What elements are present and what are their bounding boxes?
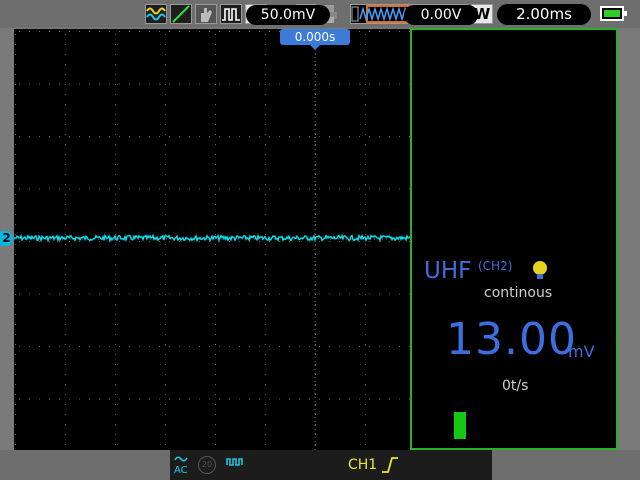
measurement-value: 13.00 (446, 314, 577, 365)
bulb-icon (530, 260, 550, 286)
channel-2-marker[interactable]: 2 (0, 231, 13, 246)
bandwidth-limit-icon[interactable]: 20 (198, 456, 216, 474)
coupling-label: AC (174, 465, 188, 476)
battery-icon (600, 6, 627, 21)
trigger-position-marker[interactable]: 0.000s (280, 29, 350, 50)
trigger-level-readout[interactable]: 0.00V (404, 5, 478, 25)
panel-channel: (CH2) (478, 259, 513, 273)
uhf-measurement-panel: UHF (CH2) continous 13.00 mV 0t/s (410, 28, 618, 450)
channel-2-trace (14, 233, 411, 243)
coupling-indicator[interactable]: AC (174, 455, 188, 476)
volts-per-div-readout[interactable]: 50.0mV (246, 5, 330, 25)
trigger-source[interactable]: CH1 (348, 457, 377, 473)
measurement-unit: mV (568, 342, 595, 361)
waveform-icon[interactable] (145, 4, 167, 24)
measurement-mode: continous (484, 285, 553, 301)
panel-title: UHF (424, 258, 472, 284)
probe-icon[interactable] (226, 455, 244, 477)
timebase-readout[interactable]: 2.00ms (497, 4, 591, 25)
cursor-icon[interactable] (170, 4, 192, 24)
pulse-rate: 0t/s (502, 378, 529, 394)
rising-edge-icon[interactable] (380, 455, 400, 479)
pulse-icon[interactable] (220, 4, 242, 24)
channel-settings-box (170, 450, 492, 480)
hand-icon[interactable] (195, 4, 217, 24)
signal-level-bar (454, 412, 466, 439)
